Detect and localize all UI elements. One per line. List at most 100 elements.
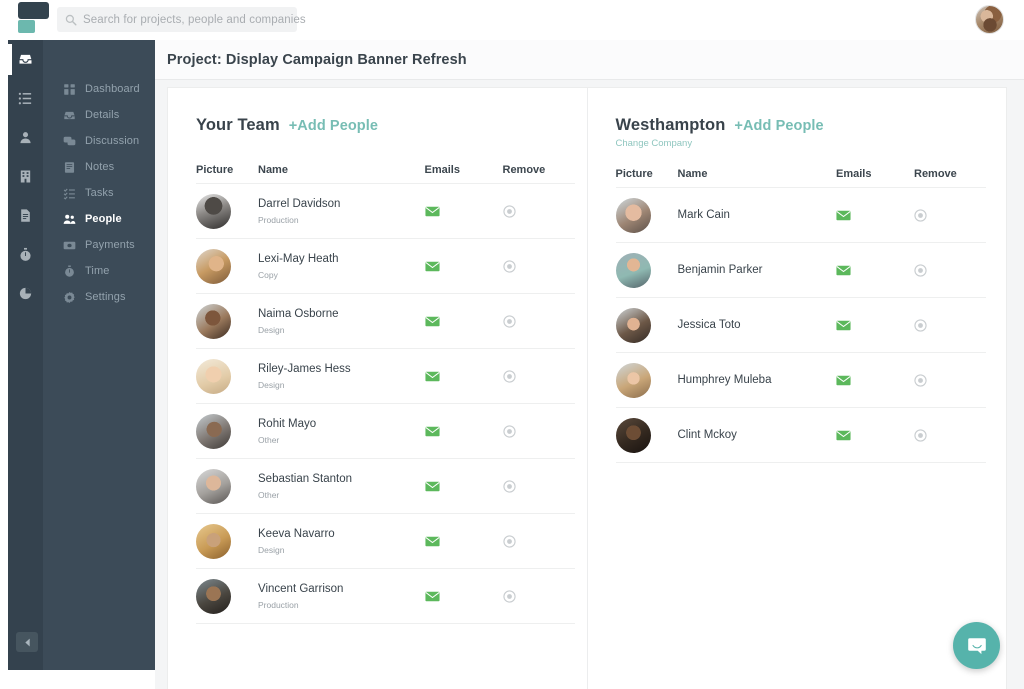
member-name-cell: Riley-James HessDesign: [258, 362, 425, 389]
member-picture-cell: [196, 359, 258, 394]
email-icon: [425, 206, 440, 217]
member-name: Vincent Garrison: [258, 582, 425, 596]
member-role: Design: [258, 545, 425, 555]
remove-button[interactable]: [503, 590, 575, 603]
remove-button[interactable]: [503, 425, 575, 438]
member-role: Production: [258, 215, 425, 225]
member-picture-cell: [196, 194, 258, 229]
sidebar-item-tasks[interactable]: Tasks: [43, 180, 155, 206]
chevron-left-icon: [24, 638, 31, 647]
email-button[interactable]: [836, 375, 914, 386]
avatar: [616, 308, 651, 343]
sidebar-item-settings[interactable]: Settings: [43, 284, 155, 310]
email-button[interactable]: [425, 481, 503, 492]
member-name-cell: Naima OsborneDesign: [258, 307, 425, 334]
remove-button[interactable]: [914, 374, 986, 387]
remove-icon: [914, 429, 927, 442]
rail-item-building[interactable]: [8, 157, 43, 196]
remove-icon: [503, 590, 516, 603]
member-name: Keeva Navarro: [258, 527, 425, 541]
sidebar-item-people[interactable]: People: [43, 206, 155, 232]
member-role: Design: [258, 380, 425, 390]
remove-icon: [503, 535, 516, 548]
remove-button[interactable]: [914, 209, 986, 222]
email-button[interactable]: [836, 210, 914, 221]
email-button[interactable]: [425, 371, 503, 382]
column-header-picture: Picture: [616, 168, 678, 180]
sidebar-item-notes[interactable]: Notes: [43, 154, 155, 180]
avatar: [196, 414, 231, 449]
sidebar-item-details[interactable]: Details: [43, 102, 155, 128]
sidebar-item-discussion[interactable]: Discussion: [43, 128, 155, 154]
rail-item-document[interactable]: [8, 196, 43, 235]
email-button[interactable]: [836, 320, 914, 331]
email-button[interactable]: [425, 316, 503, 327]
page-title-bar: Project: Display Campaign Banner Refresh: [155, 40, 1024, 80]
avatar[interactable]: [975, 5, 1004, 34]
remove-button[interactable]: [914, 319, 986, 332]
avatar: [196, 359, 231, 394]
chat-icon: [63, 135, 76, 148]
sidebar-collapse-button[interactable]: [16, 632, 38, 652]
remove-icon: [503, 205, 516, 218]
sidebar-nav: Dashboard Details Discussion Notes Tasks…: [43, 40, 155, 310]
avatar: [196, 469, 231, 504]
rail-item-pie-chart[interactable]: [8, 274, 43, 313]
email-button[interactable]: [425, 591, 503, 602]
member-picture-cell: [196, 414, 258, 449]
email-icon: [836, 210, 851, 221]
remove-icon: [503, 315, 516, 328]
email-icon: [425, 371, 440, 382]
table-row: Humphrey Muleba: [616, 353, 987, 408]
app-root: Search for projects, people and companie…: [0, 0, 1024, 689]
member-name: Sebastian Stanton: [258, 472, 425, 486]
remove-icon: [503, 480, 516, 493]
email-icon: [425, 316, 440, 327]
building-icon: [18, 169, 33, 184]
member-name: Jessica Toto: [678, 318, 837, 332]
search-input[interactable]: Search for projects, people and companie…: [57, 7, 297, 32]
remove-button[interactable]: [503, 535, 575, 548]
rail-item-list[interactable]: [8, 79, 43, 118]
app-logo[interactable]: [18, 2, 54, 34]
member-name: Lexi-May Heath: [258, 252, 425, 266]
add-people-button-client-team[interactable]: +Add People: [734, 118, 823, 134]
rail-item-inbox[interactable]: [8, 40, 43, 79]
email-icon: [425, 591, 440, 602]
email-button[interactable]: [425, 536, 503, 547]
sidebar-item-time[interactable]: Time: [43, 258, 155, 284]
sidebar-item-label: Time: [85, 265, 109, 277]
member-picture-cell: [196, 249, 258, 284]
member-name: Benjamin Parker: [678, 263, 837, 277]
remove-button[interactable]: [914, 264, 986, 277]
member-picture-cell: [196, 304, 258, 339]
email-button[interactable]: [836, 265, 914, 276]
rail-item-person[interactable]: [8, 118, 43, 157]
member-role: Copy: [258, 270, 425, 280]
add-people-button-your-team[interactable]: +Add People: [289, 118, 378, 134]
column-header-name: Name: [258, 164, 425, 176]
sidebar-item-label: Dashboard: [85, 83, 140, 95]
member-name: Mark Cain: [678, 208, 837, 222]
email-button[interactable]: [425, 206, 503, 217]
rail-item-timer[interactable]: [8, 235, 43, 274]
table-row: Vincent GarrisonProduction: [196, 569, 575, 624]
sidebar-item-dashboard[interactable]: Dashboard: [43, 76, 155, 102]
remove-button[interactable]: [503, 480, 575, 493]
chat-support-button[interactable]: [953, 622, 1000, 669]
member-role: Other: [258, 490, 425, 500]
member-picture-cell: [616, 308, 678, 343]
icon-rail: [8, 40, 43, 670]
remove-button[interactable]: [503, 315, 575, 328]
tasks-icon: [63, 187, 76, 200]
remove-button[interactable]: [503, 370, 575, 383]
list-icon: [18, 91, 33, 106]
sidebar-item-payments[interactable]: Payments: [43, 232, 155, 258]
email-button[interactable]: [836, 430, 914, 441]
email-button[interactable]: [425, 261, 503, 272]
email-button[interactable]: [425, 426, 503, 437]
remove-button[interactable]: [914, 429, 986, 442]
remove-button[interactable]: [503, 260, 575, 273]
change-company-link[interactable]: Change Company: [616, 138, 987, 149]
remove-button[interactable]: [503, 205, 575, 218]
